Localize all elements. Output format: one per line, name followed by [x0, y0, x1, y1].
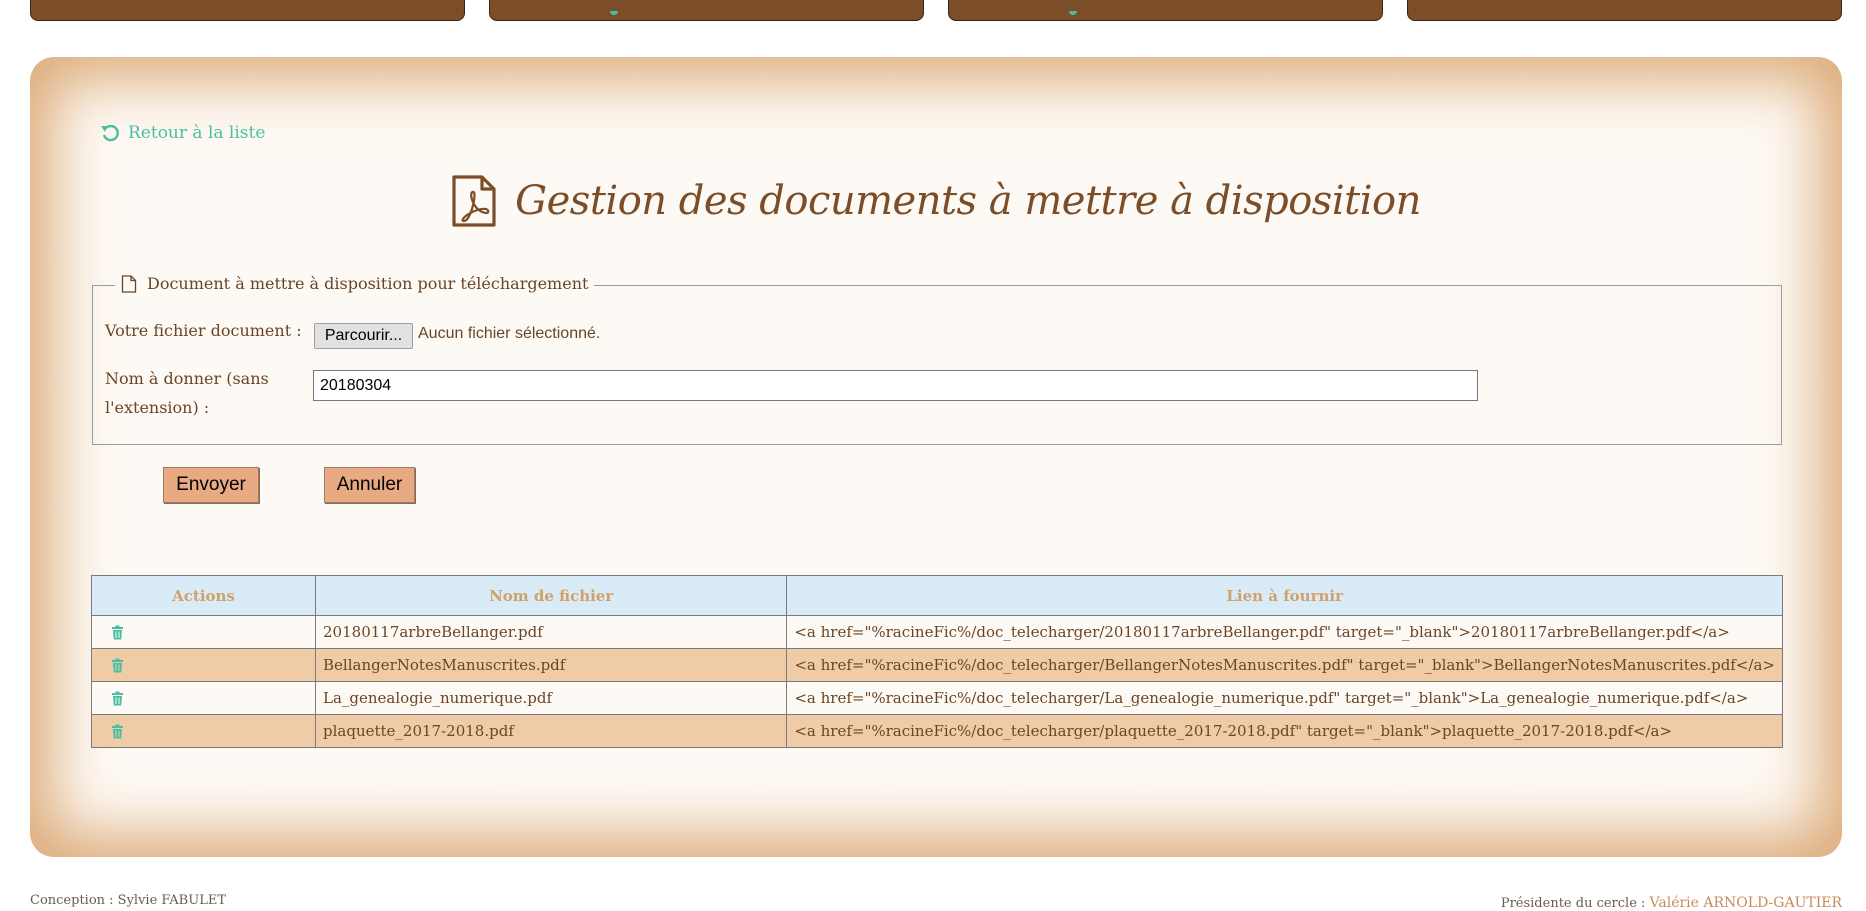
submit-button[interactable]: Envoyer — [163, 467, 259, 503]
nav-tab-3[interactable] — [948, 0, 1383, 21]
header-actions: Actions — [90, 575, 317, 616]
link-cell: <a href="%racineFic%/doc_telecharger/Bel… — [786, 648, 1783, 682]
actions-cell — [90, 615, 317, 649]
back-to-list-link[interactable]: Retour à la liste — [100, 123, 265, 143]
table-header-row: Actions Nom de fichier Lien à fournir — [90, 575, 1783, 616]
table-row: plaquette_2017-2018.pdf <a href="%racine… — [90, 714, 1783, 748]
filename-cell: BellangerNotesManuscrites.pdf — [315, 648, 788, 682]
table-row: La_genealogie_numerique.pdf <a href="%ra… — [90, 681, 1783, 715]
page-header: Gestion des documents à mettre à disposi… — [30, 175, 1842, 227]
document-icon — [121, 274, 137, 293]
nav-marker-icon — [610, 11, 618, 15]
page-title: Gestion des documents à mettre à disposi… — [515, 178, 1421, 224]
cancel-button[interactable]: Annuler — [324, 467, 415, 503]
trash-icon[interactable] — [111, 658, 124, 673]
pdf-file-icon — [452, 175, 496, 227]
actions-cell — [90, 648, 317, 682]
nav-tab-2[interactable] — [489, 0, 924, 21]
name-field-label: Nom à donner (sans l'extension) : — [105, 364, 269, 422]
browse-button[interactable]: Parcourir... — [314, 323, 413, 349]
file-status-text: Aucun fichier sélectionné. — [418, 325, 601, 342]
main-panel: Retour à la liste Gestion des documents … — [30, 57, 1842, 857]
table-row: BellangerNotesManuscrites.pdf <a href="%… — [90, 648, 1783, 682]
undo-arrow-icon — [101, 124, 119, 142]
name-label-line2: l'extension) : — [105, 398, 210, 417]
name-label-line1: Nom à donner (sans — [105, 369, 269, 388]
footer-president-label: Présidente du cercle : — [1500, 896, 1650, 911]
legend-text: Document à mettre à disposition pour tél… — [147, 274, 589, 293]
actions-cell — [90, 681, 317, 715]
upload-fieldset: Document à mettre à disposition pour tél… — [92, 274, 1782, 445]
filename-cell: plaquette_2017-2018.pdf — [315, 714, 788, 748]
footer-president-name: Valérie ARNOLD-GAUTIER — [1649, 895, 1842, 911]
table-row: 20180117arbreBellanger.pdf <a href="%rac… — [90, 615, 1783, 649]
actions-cell — [90, 714, 317, 748]
top-nav — [0, 0, 1866, 21]
footer-president: Présidente du cercle : Valérie ARNOLD-GA… — [1501, 895, 1842, 911]
footer-credit: Conception : Sylvie FABULET — [30, 893, 226, 908]
header-filename: Nom de fichier — [315, 575, 788, 616]
fieldset-legend: Document à mettre à disposition pour tél… — [115, 274, 595, 293]
link-cell: <a href="%racineFic%/doc_telecharger/La_… — [786, 681, 1783, 715]
documents-table: Actions Nom de fichier Lien à fournir 20… — [90, 575, 1783, 748]
nav-tab-4[interactable] — [1407, 0, 1842, 21]
link-cell: <a href="%racineFic%/doc_telecharger/201… — [786, 615, 1783, 649]
header-link: Lien à fournir — [786, 575, 1783, 616]
link-cell: <a href="%racineFic%/doc_telecharger/pla… — [786, 714, 1783, 748]
filename-input[interactable] — [313, 370, 1478, 401]
trash-icon[interactable] — [111, 724, 124, 739]
nav-marker-icon — [1069, 11, 1077, 15]
filename-cell: 20180117arbreBellanger.pdf — [315, 615, 788, 649]
back-link-label: Retour à la liste — [128, 123, 266, 143]
file-field-label: Votre fichier document : — [105, 321, 302, 340]
filename-cell: La_genealogie_numerique.pdf — [315, 681, 788, 715]
nav-tab-1[interactable] — [30, 0, 465, 21]
trash-icon[interactable] — [111, 625, 124, 640]
trash-icon[interactable] — [111, 691, 124, 706]
